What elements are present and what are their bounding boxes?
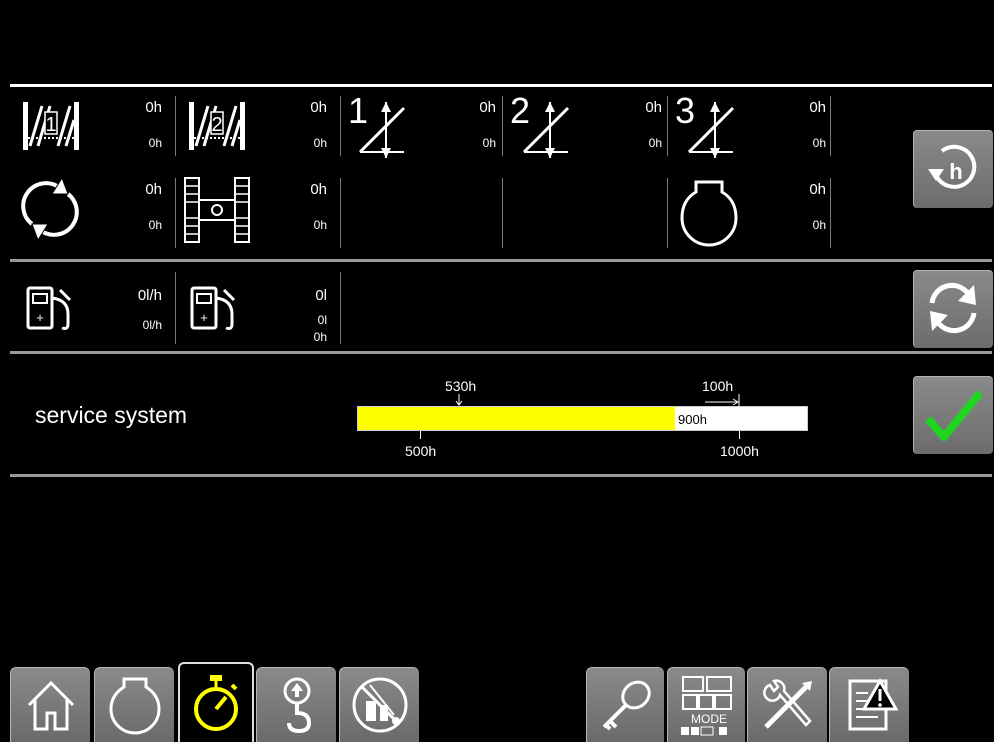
refresh-button[interactable]: [913, 270, 993, 348]
tab-crane-hook[interactable]: [256, 667, 336, 742]
luffing-1-icon: [358, 100, 408, 165]
crawler-sub: 0h: [313, 218, 327, 232]
confirm-checkmark-icon: [925, 390, 984, 441]
warning-log-icon: [848, 677, 898, 731]
confirm-button[interactable]: [913, 376, 993, 454]
winch-2-sub: 0h: [313, 136, 327, 150]
fuel-rate-sub: 0l/h: [142, 318, 162, 332]
luffing-2-icon: [522, 100, 572, 165]
reset-hours-icon: h: [928, 144, 977, 189]
fuel-consumption-sub1: 0l: [317, 313, 327, 327]
tab-mode[interactable]: MODE: [667, 667, 745, 742]
marker-530-label: 530h: [445, 378, 477, 394]
fuel-rate-value: 0l/h: [137, 287, 162, 304]
separator: [502, 178, 503, 248]
stopwatch-icon: [194, 675, 238, 731]
luffing-2-total: 0h: [645, 99, 662, 116]
separator: [830, 96, 831, 156]
mode-icon: MODE: [680, 676, 732, 736]
engine-icon: [678, 178, 740, 253]
separator: [340, 96, 341, 156]
luffing-2-sub: 0h: [648, 136, 662, 150]
service-progress-bar: 900h: [357, 406, 808, 431]
tick-500-label: 500h: [405, 443, 437, 459]
top-divider: [10, 84, 992, 87]
mode-label: MODE: [691, 712, 727, 726]
section-divider: [10, 351, 992, 354]
slewing-total: 0h: [145, 181, 162, 198]
tab-key[interactable]: [586, 667, 664, 742]
separator: [667, 96, 668, 156]
key-icon: [602, 680, 651, 731]
tick-1000: [739, 431, 740, 439]
svg-text:+: +: [36, 310, 44, 325]
engine-total: 0h: [809, 181, 826, 198]
service-system-title: service system: [35, 402, 188, 428]
tab-engine[interactable]: [94, 667, 174, 742]
marker-100-label: 100h: [702, 378, 734, 394]
crane-hook-icon: [283, 677, 311, 734]
fuel-consumption-sub2: 0h: [313, 330, 327, 344]
separator: [340, 272, 341, 344]
fuel-consumption-value: 0l: [315, 287, 327, 304]
tab-crane-no-load[interactable]: [339, 667, 419, 742]
winch-2-icon: 2: [186, 98, 248, 159]
tab-warning-log[interactable]: [829, 667, 909, 742]
svg-text:h: h: [949, 159, 962, 184]
separator: [175, 272, 176, 344]
separator: [667, 178, 668, 248]
winch-1-total: 0h: [145, 99, 162, 116]
service-progress-fill: [358, 407, 675, 430]
luffing-3-sub: 0h: [812, 136, 826, 150]
tab-tools[interactable]: [747, 667, 827, 742]
reset-hours-button[interactable]: h: [913, 130, 993, 208]
separator: [830, 178, 831, 248]
tab-stopwatch[interactable]: [178, 662, 254, 742]
home-icon: [27, 680, 74, 731]
section-divider: [10, 474, 992, 477]
luffing-1-sub: 0h: [482, 136, 496, 150]
fuel-consumption-icon: +: [190, 286, 240, 337]
separator: [340, 178, 341, 248]
winch-2-total: 0h: [310, 99, 327, 116]
tools-icon: [762, 679, 812, 729]
crawler-icon: [183, 176, 251, 249]
tick-1000-label: 1000h: [720, 443, 759, 459]
slewing-sub: 0h: [148, 218, 162, 232]
svg-text:+: +: [200, 310, 208, 325]
separator: [502, 96, 503, 156]
luffing-3-total: 0h: [809, 99, 826, 116]
refresh-icon: [929, 282, 977, 334]
engine-icon: [108, 677, 161, 735]
crawler-total: 0h: [310, 181, 327, 198]
winch-1-icon: 1: [20, 98, 82, 159]
separator: [175, 96, 176, 156]
slewing-icon: [20, 174, 80, 249]
service-bar-value: 900h: [678, 412, 707, 427]
engine-sub: 0h: [812, 218, 826, 232]
tick-500: [420, 431, 421, 439]
svg-text:1: 1: [45, 114, 56, 136]
separator: [175, 178, 176, 248]
luffing-3-icon: [687, 100, 737, 165]
fuel-pump-icon: +: [26, 286, 76, 337]
svg-text:2: 2: [211, 114, 222, 136]
crane-no-load-icon: [352, 677, 407, 733]
tab-home[interactable]: [10, 667, 90, 742]
section-divider: [10, 259, 992, 262]
luffing-1-total: 0h: [479, 99, 496, 116]
winch-1-sub: 0h: [148, 136, 162, 150]
